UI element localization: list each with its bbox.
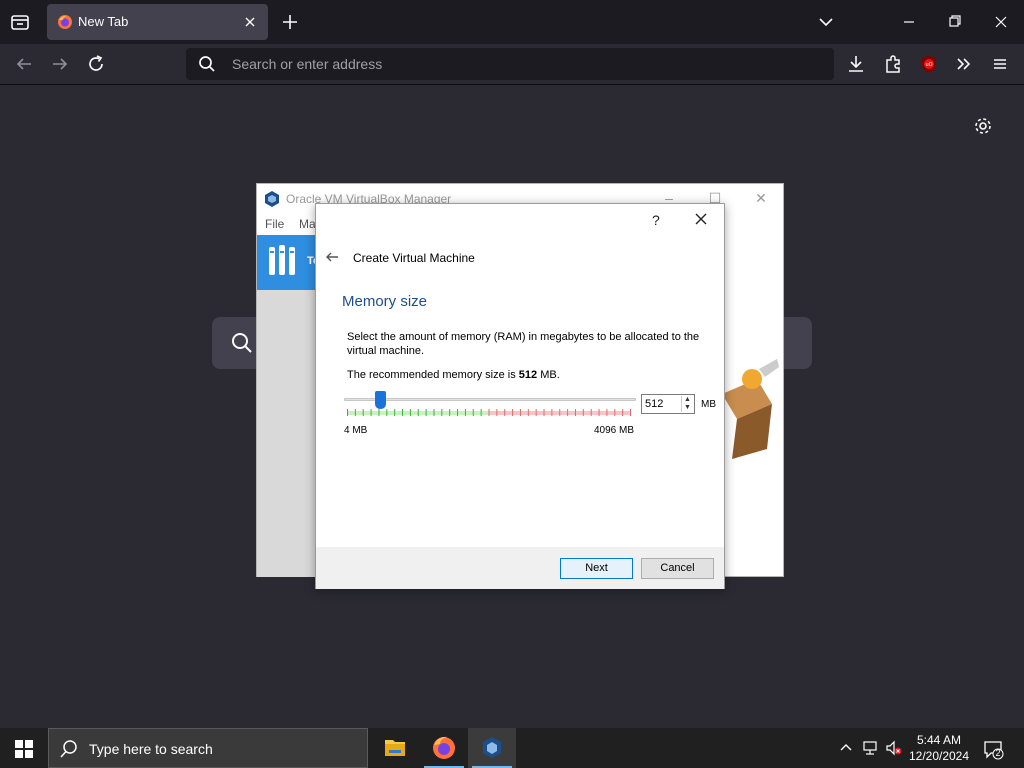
reload-icon[interactable]	[84, 52, 108, 76]
create-vm-dialog: ? Create Virtual Machine Memory size Sel…	[315, 203, 725, 589]
memory-slider-scale	[347, 409, 631, 416]
show-hidden-icons-chevron-icon[interactable]	[838, 740, 854, 761]
close-window-icon[interactable]	[991, 10, 1011, 39]
next-button[interactable]: Next	[560, 558, 633, 579]
search-icon	[198, 55, 216, 73]
menu-machine[interactable]: Ma	[299, 217, 316, 231]
close-icon[interactable]	[693, 211, 709, 227]
minimize-icon[interactable]	[899, 10, 919, 39]
list-all-tabs-icon[interactable]	[8, 10, 32, 34]
dialog-footer: Next Cancel	[316, 547, 724, 589]
virtualbox-logo-icon	[264, 190, 280, 208]
ublock-origin-icon[interactable]: uO	[917, 52, 941, 76]
address-placeholder: Search or enter address	[232, 56, 383, 72]
spin-up-icon[interactable]: ▲	[684, 396, 691, 404]
wizard-title: Create Virtual Machine	[353, 251, 475, 265]
cancel-button[interactable]: Cancel	[641, 558, 714, 579]
firefox-icon	[57, 14, 73, 30]
vm-list-panel	[257, 290, 317, 577]
spin-arrows[interactable]: ▲ ▼	[681, 396, 693, 412]
browser-navbar: Search or enter address uO	[0, 44, 1024, 85]
extensions-puzzle-icon[interactable]	[881, 52, 905, 76]
taskbar-search[interactable]: Type here to search	[48, 728, 368, 768]
menu-file[interactable]: File	[265, 217, 284, 231]
vbm-close-icon[interactable]: ✕	[753, 190, 769, 206]
page-title: Memory size	[342, 293, 428, 310]
spin-down-icon[interactable]: ▼	[684, 404, 691, 412]
memory-input[interactable]	[645, 397, 681, 411]
gear-icon[interactable]	[972, 115, 994, 137]
virtualbox-taskbar-icon[interactable]	[468, 728, 516, 768]
notification-count: 2	[995, 748, 1001, 758]
toolbox-illustration-icon	[717, 359, 787, 464]
downloads-icon[interactable]	[844, 52, 868, 76]
memory-unit: MB	[701, 399, 716, 410]
network-icon[interactable]	[861, 740, 879, 761]
memory-slider-handle[interactable]	[374, 391, 386, 409]
memory-description: Select the amount of memory (RAM) in meg…	[347, 331, 700, 357]
clock-time: 5:44 AM	[916, 733, 962, 747]
taskbar: Type here to search 5:44 AM 12/20/2024 2	[0, 728, 1024, 768]
browser-tabbar: New Tab	[0, 0, 1024, 44]
slider-max-label: 4096 MB	[594, 425, 635, 436]
tab-overflow-chevron-icon[interactable]	[816, 10, 836, 39]
taskbar-search-placeholder: Type here to search	[89, 741, 213, 757]
recommended-memory-value: 512	[518, 369, 538, 381]
windows-start-icon[interactable]	[15, 740, 33, 758]
file-explorer-icon[interactable]	[371, 728, 419, 768]
tools-item[interactable]: To	[257, 235, 320, 290]
search-icon	[59, 739, 79, 759]
tools-icon	[267, 243, 299, 279]
restore-icon[interactable]	[945, 10, 965, 39]
notifications-icon[interactable]: 2	[982, 738, 1004, 760]
tab-new-tab[interactable]: New Tab	[47, 4, 268, 40]
tab-title: New Tab	[78, 14, 129, 29]
address-bar[interactable]: Search or enter address	[186, 48, 834, 80]
memory-spinbox[interactable]: ▲ ▼	[641, 394, 695, 414]
more-tools-chevron-icon[interactable]	[952, 52, 976, 76]
recommended-memory-text: The recommended memory size is 512 MB.	[347, 369, 560, 381]
back-arrow-icon[interactable]	[324, 249, 340, 265]
clock-date: 12/20/2024	[908, 749, 970, 763]
search-icon	[230, 331, 254, 355]
system-clock[interactable]: 5:44 AM 12/20/2024	[906, 732, 972, 764]
memory-slider-track[interactable]	[344, 398, 636, 401]
help-button[interactable]: ?	[652, 212, 660, 228]
slider-min-label: 4 MB	[344, 425, 368, 436]
volume-muted-icon[interactable]	[885, 740, 903, 761]
hamburger-menu-icon[interactable]	[988, 52, 1012, 76]
new-tab-plus-icon[interactable]	[278, 10, 302, 34]
back-arrow-icon[interactable]	[12, 52, 36, 76]
svg-text:uO: uO	[925, 62, 932, 68]
forward-arrow-icon[interactable]	[48, 52, 72, 76]
firefox-taskbar-icon[interactable]	[420, 728, 468, 768]
close-tab-icon[interactable]	[242, 14, 258, 30]
